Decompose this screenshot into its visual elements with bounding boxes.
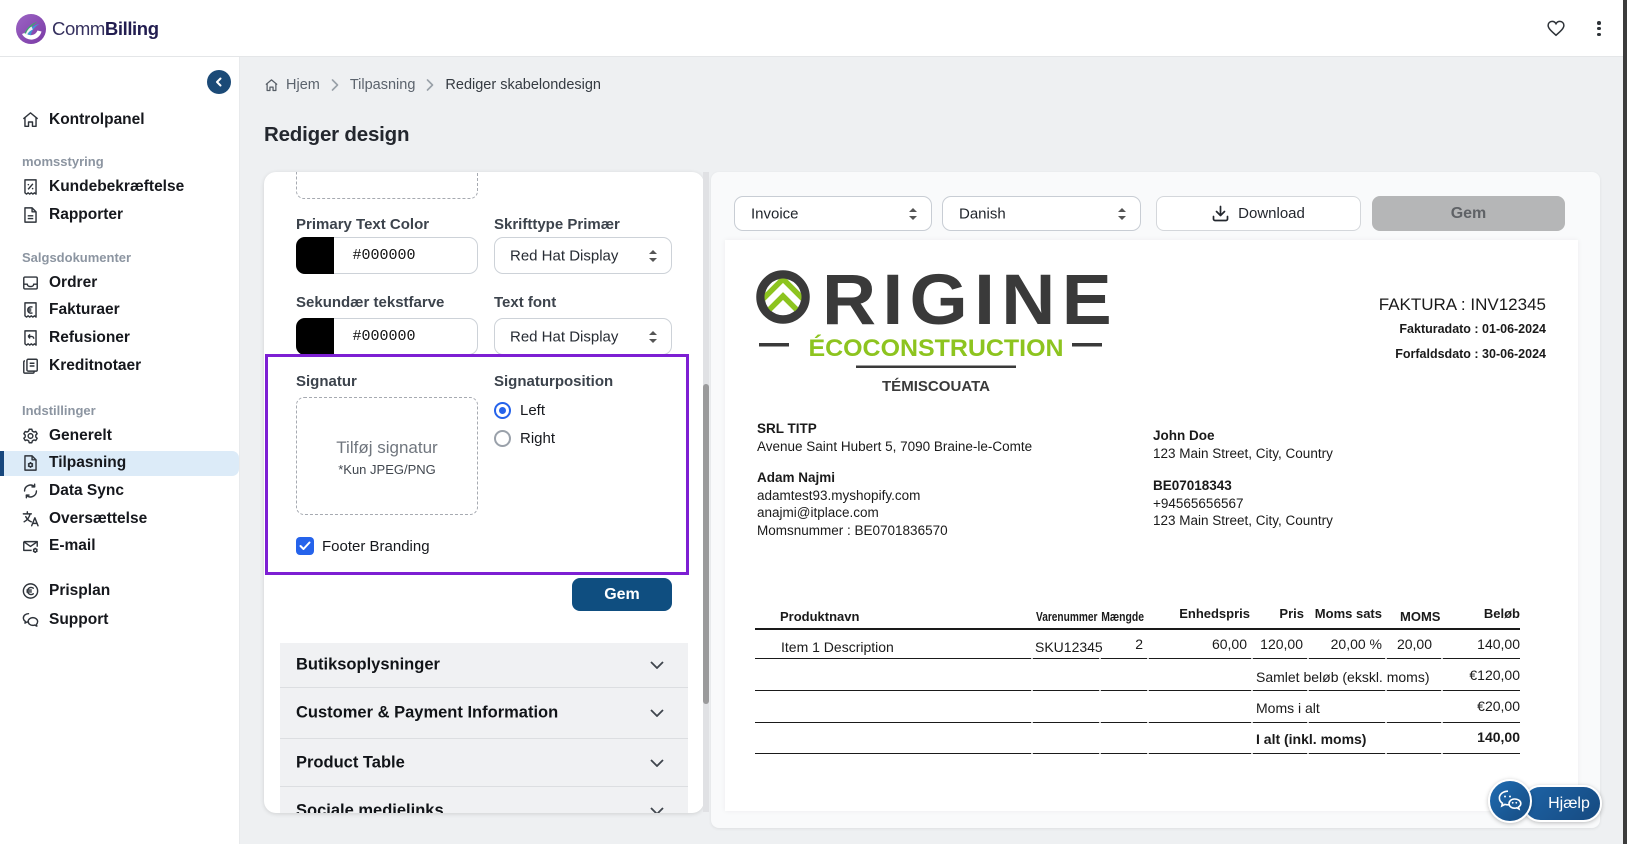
svg-text:RIGINE: RIGINE [822, 269, 1116, 340]
svg-text:ÉCOCONSTRUCTION: ÉCOCONSTRUCTION [809, 334, 1064, 362]
svg-text:TÉMISCOUATA: TÉMISCOUATA [882, 378, 990, 394]
